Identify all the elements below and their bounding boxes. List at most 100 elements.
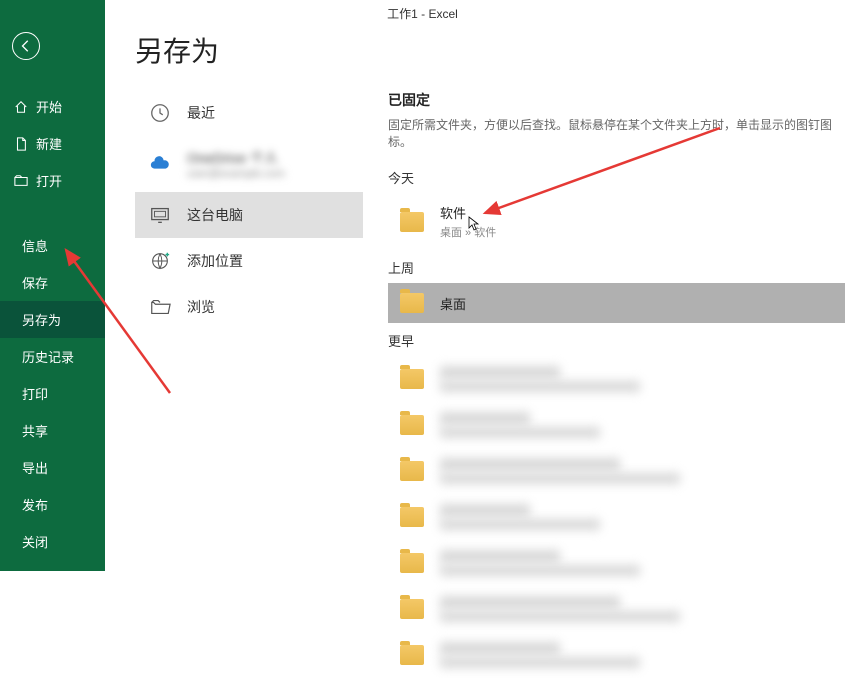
pinned-description: 固定所需文件夹，方便以后查找。鼠标悬停在某个文件夹上方时，单击显示的图钉图标。 xyxy=(388,116,845,150)
folder-name: x xyxy=(440,504,530,517)
nav-label: 另存为 xyxy=(22,310,61,329)
folder-name: x xyxy=(440,596,620,609)
page-title: 另存为 xyxy=(135,30,845,70)
folder-item-blurred[interactable]: xx xyxy=(388,402,845,448)
folder-open-icon xyxy=(149,296,171,318)
nav-sub-item[interactable]: 信息 xyxy=(0,227,105,264)
app-title: 工作1 - Excel xyxy=(0,5,845,22)
account-info: OneDrive 个人 user@example.com xyxy=(187,148,285,180)
folder-name: x xyxy=(440,550,560,563)
folder-info: xx xyxy=(440,366,640,392)
nav-label: 打印 xyxy=(22,384,48,403)
backstage-sidebar: 开始 新建 打开 信息保存另存为历史记录打印共享导出发布关闭 xyxy=(0,0,105,571)
folder-icon xyxy=(400,461,424,481)
folder-info: xx xyxy=(440,596,680,622)
folder-path: 桌面 » 软件 xyxy=(440,224,496,240)
section-last-week: 上周 xyxy=(388,258,845,277)
folder-path: x xyxy=(440,611,680,622)
folder-item-blurred[interactable]: xx xyxy=(388,356,845,402)
nav-label: 开始 xyxy=(36,97,62,116)
folder-icon xyxy=(400,369,424,389)
folder-path: x xyxy=(440,427,600,438)
folder-icon xyxy=(400,553,424,573)
nav-label: 发布 xyxy=(22,495,48,514)
location-this-pc[interactable]: 这台电脑 xyxy=(135,192,363,238)
nav-label: 信息 xyxy=(22,236,48,255)
folder-name: 软件 xyxy=(440,203,496,222)
arrow-left-icon xyxy=(19,39,33,53)
folder-icon xyxy=(400,212,424,232)
pinned-heading: 已固定 xyxy=(388,90,845,110)
location-label: 这台电脑 xyxy=(187,205,243,225)
location-label: 添加位置 xyxy=(187,251,243,271)
earlier-list: xxxxxxxxxxxxxx xyxy=(388,356,845,678)
nav-label: 共享 xyxy=(22,421,48,440)
nav-label: 关闭 xyxy=(22,532,48,551)
folder-name: x xyxy=(440,458,620,471)
folder-name: x xyxy=(440,642,560,655)
folder-icon xyxy=(400,507,424,527)
folder-item-blurred[interactable]: xx xyxy=(388,540,845,586)
nav-sub-item[interactable]: 保存 xyxy=(0,264,105,301)
location-add-place[interactable]: 添加位置 xyxy=(135,238,363,284)
clock-icon xyxy=(149,102,171,124)
nav-open[interactable]: 打开 xyxy=(0,162,105,199)
folder-item-blurred[interactable]: xx xyxy=(388,494,845,540)
nav-label: 保存 xyxy=(22,273,48,292)
folder-icon xyxy=(400,293,424,313)
nav-secondary: 信息保存另存为历史记录打印共享导出发布关闭 xyxy=(0,227,105,560)
section-earlier: 更早 xyxy=(388,331,845,350)
account-email: user@example.com xyxy=(187,168,285,180)
nav-label: 新建 xyxy=(36,134,62,153)
nav-sub-item[interactable]: 历史记录 xyxy=(0,338,105,375)
folder-path: x xyxy=(440,519,600,530)
main-panel: 另存为 最近 OneDrive 个人 user@example.com 这台电脑… xyxy=(105,0,845,571)
folder-icon xyxy=(400,415,424,435)
folder-info: 桌面 xyxy=(440,294,466,313)
location-onedrive[interactable]: OneDrive 个人 user@example.com xyxy=(135,136,363,192)
folder-path: x xyxy=(440,657,640,668)
location-browse[interactable]: 浏览 xyxy=(135,284,363,330)
folder-icon xyxy=(400,645,424,665)
nav-sub-item[interactable]: 导出 xyxy=(0,449,105,486)
nav-sub-item[interactable]: 另存为 xyxy=(0,301,105,338)
folder-icon xyxy=(400,599,424,619)
content-row: 最近 OneDrive 个人 user@example.com 这台电脑 添加位… xyxy=(105,90,845,678)
nav-home[interactable]: 开始 xyxy=(0,88,105,125)
folder-name: x xyxy=(440,412,530,425)
folder-info: xx xyxy=(440,550,640,576)
folder-info: xx xyxy=(440,642,640,668)
nav-label: 导出 xyxy=(22,458,48,477)
nav-primary: 开始 新建 打开 xyxy=(0,88,105,199)
nav-new[interactable]: 新建 xyxy=(0,125,105,162)
nav-label: 历史记录 xyxy=(22,347,74,366)
folder-item-blurred[interactable]: xx xyxy=(388,448,845,494)
nav-sub-item[interactable]: 关闭 xyxy=(0,523,105,560)
folder-info: xx xyxy=(440,412,600,438)
locations-column: 最近 OneDrive 个人 user@example.com 这台电脑 添加位… xyxy=(105,90,363,678)
folder-info: 软件 桌面 » 软件 xyxy=(440,203,496,240)
location-label: 浏览 xyxy=(187,297,215,317)
folder-item-blurred[interactable]: xx xyxy=(388,586,845,632)
nav-label: 打开 xyxy=(36,171,62,190)
section-today: 今天 xyxy=(388,168,845,187)
back-button[interactable] xyxy=(12,32,40,60)
folder-item-blurred[interactable]: xx xyxy=(388,632,845,678)
cloud-icon xyxy=(149,153,171,175)
desktop-icon xyxy=(149,204,171,226)
folder-name: x xyxy=(440,366,560,379)
folder-item-software[interactable]: 软件 桌面 » 软件 xyxy=(388,193,845,250)
location-recent[interactable]: 最近 xyxy=(135,90,363,136)
home-icon xyxy=(14,100,28,114)
nav-sub-item[interactable]: 发布 xyxy=(0,486,105,523)
account-name: OneDrive 个人 xyxy=(187,148,285,168)
nav-sub-item[interactable]: 打印 xyxy=(0,375,105,412)
open-icon xyxy=(14,174,28,188)
nav-sub-item[interactable]: 共享 xyxy=(0,412,105,449)
new-icon xyxy=(14,137,28,151)
folder-item-desktop[interactable]: 桌面 xyxy=(388,283,845,323)
folder-info: xx xyxy=(440,504,600,530)
folder-info: xx xyxy=(440,458,680,484)
folder-path: x xyxy=(440,473,680,484)
folder-name: 桌面 xyxy=(440,294,466,313)
